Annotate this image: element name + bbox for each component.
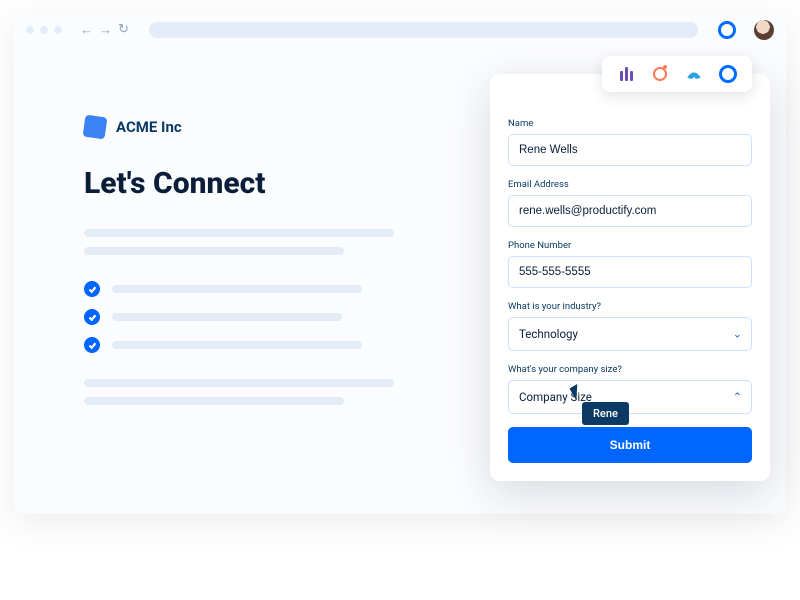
- skeleton-line: [84, 247, 344, 255]
- skeleton-line: [112, 313, 342, 321]
- check-icon: [84, 281, 100, 297]
- contact-form-card: Name Email Address Phone Number What is …: [490, 74, 770, 481]
- industry-label: What is your industry?: [508, 301, 752, 312]
- skeleton-line: [112, 285, 362, 293]
- brand-name: ACME Inc: [116, 118, 182, 136]
- email-label: Email Address: [508, 179, 752, 190]
- forward-button[interactable]: →: [99, 22, 112, 38]
- skeleton-line: [84, 229, 394, 237]
- reload-button[interactable]: ↻: [118, 22, 129, 38]
- traffic-dot: [26, 26, 34, 34]
- hubspot-icon: [650, 64, 670, 84]
- company-size-label: What's your company size?: [508, 364, 752, 375]
- integrations-strip: [602, 56, 752, 92]
- phone-input[interactable]: [508, 256, 752, 288]
- calendly-extension-icon[interactable]: [718, 21, 736, 39]
- marketo-icon: [616, 64, 636, 84]
- check-icon: [84, 309, 100, 325]
- check-icon: [84, 337, 100, 353]
- browser-chrome-bar: ← → ↻: [14, 14, 786, 46]
- acme-logo-icon: [83, 115, 108, 140]
- name-label: Name: [508, 118, 752, 129]
- profile-avatar[interactable]: [754, 20, 774, 40]
- address-bar[interactable]: [149, 22, 698, 38]
- submit-button[interactable]: Submit: [508, 427, 752, 463]
- pardot-icon: [684, 64, 704, 84]
- name-input[interactable]: [508, 134, 752, 166]
- skeleton-line: [84, 379, 394, 387]
- traffic-dot: [54, 26, 62, 34]
- skeleton-line: [112, 341, 362, 349]
- calendly-icon: [718, 64, 738, 84]
- email-input[interactable]: [508, 195, 752, 227]
- back-button[interactable]: ←: [80, 22, 93, 38]
- nav-controls: ← → ↻: [80, 22, 129, 38]
- company-size-select[interactable]: Company Size: [508, 380, 752, 414]
- skeleton-line: [84, 397, 344, 405]
- industry-select[interactable]: Technology: [508, 317, 752, 351]
- traffic-lights: [26, 26, 62, 34]
- traffic-dot: [40, 26, 48, 34]
- phone-label: Phone Number: [508, 240, 752, 251]
